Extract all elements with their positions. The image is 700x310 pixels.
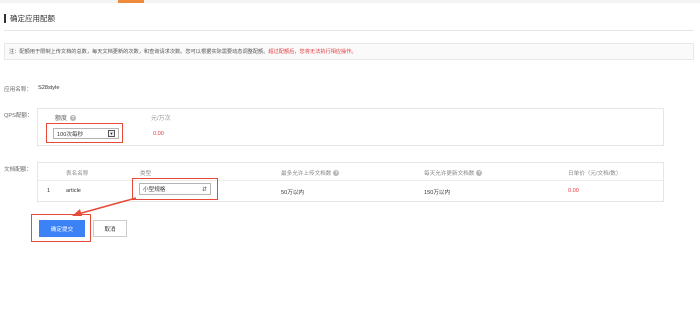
app-name-value: S28style	[38, 85, 60, 91]
col-max-docs: 最多允许上传文档数 ?	[281, 169, 340, 177]
notice-banner: 注：配额用于限制上传文档的总数，每天文档更新的次数，和查询请求次数。您可以根据实…	[4, 43, 694, 60]
doc-section-label: 文档配额：	[4, 167, 32, 173]
confirm-button-highlight	[31, 214, 91, 242]
notice-warning: 超过配额后，您将无法执行相应操作。	[268, 49, 357, 55]
top-nav-bar	[0, 0, 700, 3]
app-name-label: 应用名称：	[4, 87, 32, 93]
col-daily-updates-label: 每天允许更新文档数	[424, 171, 475, 177]
title-accent-bar	[4, 13, 6, 23]
col-daily-updates: 每天允许更新文档数 ?	[424, 169, 483, 177]
qps-price: 0.00	[153, 131, 164, 137]
help-circle-icon[interactable]: ?	[476, 170, 483, 176]
cancel-button[interactable]: 取消	[93, 220, 127, 237]
notice-text: 注：配额用于限制上传文档的总数，每天文档更新的次数，和查询请求次数。您可以根据实…	[9, 49, 269, 55]
page-header: 确定应用配额	[4, 12, 55, 24]
qps-select-highlight	[46, 123, 123, 143]
row-index: 1	[47, 188, 51, 194]
qps-quota-header: 额度 ?	[55, 113, 77, 122]
row-table-name: article	[66, 188, 81, 194]
help-circle-icon[interactable]: ?	[70, 114, 77, 121]
row-price: 0.00	[568, 188, 579, 194]
qps-quota-header-label: 额度	[55, 116, 68, 122]
qps-section-label: QPS配额：	[4, 113, 33, 119]
active-tab-indicator	[118, 0, 144, 3]
page-title: 确定应用配额	[10, 13, 55, 23]
help-circle-icon[interactable]: ?	[333, 170, 340, 176]
row-max-docs: 50万以内	[281, 190, 305, 196]
title-divider	[4, 30, 694, 31]
col-table-name: 表名名称	[66, 171, 89, 177]
col-price: 日单价（元/文档/数）	[568, 171, 622, 177]
doc-type-select-highlight	[132, 178, 218, 200]
col-max-docs-label: 最多允许上传文档数	[281, 171, 332, 177]
qps-unit-header: 元/万次	[151, 116, 171, 122]
col-type: 类型	[140, 171, 152, 177]
row-daily-updates: 150万以内	[424, 190, 451, 196]
qps-quota-box: 额度 ? 元/万次	[37, 108, 664, 146]
